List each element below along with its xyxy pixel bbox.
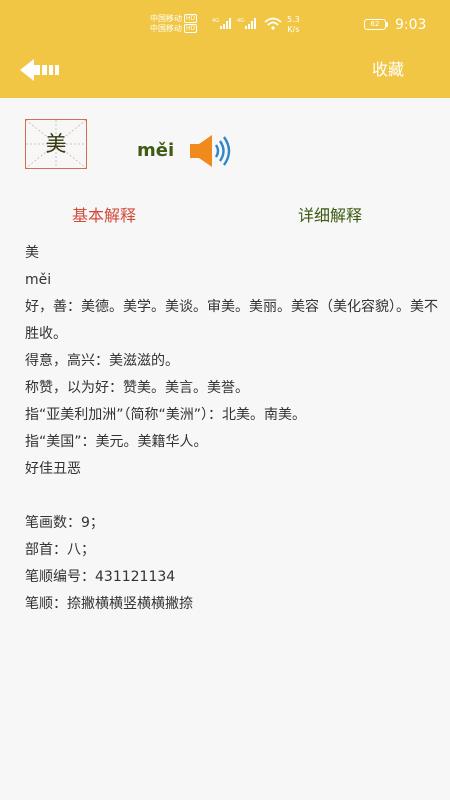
app-header: 中国移动 HD 中国移动 HD 4G 4G 5.3 K/s 62 9:03 收藏 bbox=[0, 0, 450, 98]
hd-badge: HD bbox=[184, 24, 198, 33]
tab-detail-explanation[interactable]: 详细解释 bbox=[298, 204, 362, 228]
net-speed-value: 5.3 bbox=[287, 15, 300, 24]
definition-line: 称赞，以为好：赞美。美言。美誉。 bbox=[25, 380, 249, 396]
radical: 部首：八； bbox=[25, 542, 95, 558]
definition-line: 指“亚美利加洲”（简称“美洲”）：北美。南美。 bbox=[25, 407, 307, 423]
pinyin: měi bbox=[137, 140, 175, 161]
definition-line: 指“美国”：美元。美籍华人。 bbox=[25, 434, 208, 450]
battery-cap bbox=[386, 22, 388, 27]
definition-head-char: 美 bbox=[25, 245, 39, 261]
character-glyph: 美 bbox=[45, 132, 67, 156]
stroke-order: 笔顺：捺撇横横竖横横撇捺 bbox=[25, 596, 193, 612]
signal-icon: 4G bbox=[212, 18, 231, 29]
stroke-code: 笔顺编号：431121134 bbox=[25, 569, 176, 585]
definition-line: 好，善：美德。美学。美谈。审美。美丽。美容（美化容貌）。美不胜收。 bbox=[25, 299, 438, 342]
carrier-2: 中国移动 bbox=[150, 24, 182, 33]
stroke-count: 笔画数：9； bbox=[25, 515, 104, 531]
definition-head-pinyin: měi bbox=[25, 272, 52, 288]
net-speed-unit: K/s bbox=[287, 25, 300, 34]
definition-content: 美 měi 好，善：美德。美学。美谈。审美。美丽。美容（美化容貌）。美不胜收。 … bbox=[25, 240, 445, 618]
speaker-icon[interactable] bbox=[188, 133, 236, 169]
carrier-info: 中国移动 HD 中国移动 HD bbox=[150, 14, 198, 34]
definition-line: 好佳丑恶 bbox=[25, 461, 81, 477]
battery-icon: 62 bbox=[364, 19, 386, 30]
definition-line: 得意，高兴：美滋滋的。 bbox=[25, 353, 179, 369]
back-button[interactable] bbox=[18, 56, 64, 84]
carrier-1: 中国移动 bbox=[150, 14, 182, 23]
status-bar: 中国移动 HD 中国移动 HD 4G 4G 5.3 K/s 62 9:03 bbox=[0, 0, 450, 44]
net-speed: 5.3 K/s bbox=[287, 15, 300, 35]
back-arrow-icon bbox=[20, 59, 59, 81]
network-1: 4G bbox=[212, 18, 219, 24]
hd-badge: HD bbox=[184, 14, 198, 23]
wifi-icon bbox=[264, 17, 282, 30]
tab-basic-explanation[interactable]: 基本解释 bbox=[72, 204, 136, 228]
favorite-button[interactable]: 收藏 bbox=[360, 58, 416, 82]
battery-level: 62 bbox=[370, 20, 380, 28]
signal-icon: 4G bbox=[237, 18, 256, 29]
character-grid: 美 bbox=[25, 119, 87, 169]
clock: 9:03 bbox=[395, 17, 427, 33]
network-2: 4G bbox=[237, 18, 244, 24]
